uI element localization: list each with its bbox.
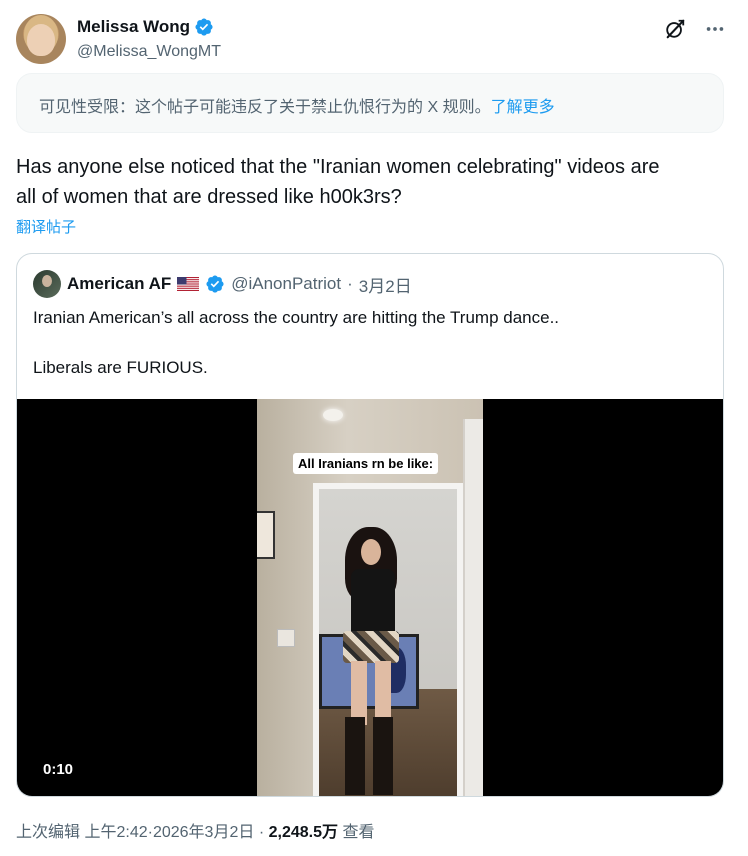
separator-dot: · [347,274,353,293]
quoted-post[interactable]: American AF @iAnonPatriot · 3月2日 Iranian… [16,253,724,797]
quoted-author-name: American AF [67,274,172,293]
author-handle[interactable]: @Melissa_WongMT [77,43,221,61]
quoted-post-date: 3月2日 [358,276,412,296]
translate-post-link[interactable]: 翻译帖子 [16,216,76,237]
video-frame: All Iranians rn be like: [257,399,483,796]
separator-dot: · [258,824,265,841]
wall-art [257,511,275,559]
post-text: Has anyone else noticed that the "Irania… [16,152,728,212]
verified-badge-icon [206,275,224,293]
author-display-name[interactable]: Melissa Wong [77,17,190,37]
post-time[interactable]: 上午2:42 [84,824,147,841]
us-flag-icon [177,277,200,291]
verified-badge-icon [195,18,213,36]
post-header: Melissa Wong @Melissa_WongMT [16,14,732,66]
quoted-post-text: Iranian American’s all across the countr… [33,306,709,406]
quoted-text-line: Liberals are FURIOUS. [33,358,208,377]
views-label: 查看 [342,824,375,841]
light-switch [277,629,295,647]
header-actions [664,18,726,40]
post-meta: 上次编辑 上午2:42·2026年3月2日 · 2,248.5万 查看 [16,818,374,842]
learn-more-link[interactable]: 了解更多 [491,99,555,116]
post-text-line: Has anyone else noticed that the "Irania… [16,156,660,178]
grok-icon[interactable] [664,18,686,40]
ceiling-light [323,409,343,421]
door [463,419,483,796]
post-text-line: all of women that are dressed like h00k3… [16,186,402,208]
views-count: 2,248.5万 [268,824,338,841]
quoted-author-handle: @iAnonPatriot [231,274,342,293]
notice-text: 可见性受限：这个帖子可能违反了关于禁止仇恨行为的 X 规则。 [39,99,491,116]
quoted-author-avatar [33,270,61,298]
quoted-text-line: Iranian American’s all across the countr… [33,308,560,327]
edited-label[interactable]: 上次编辑 [16,824,80,841]
author-avatar[interactable] [16,14,66,64]
author-name-row[interactable]: Melissa Wong [77,17,214,37]
video-duration: 0:10 [43,761,74,778]
visibility-limited-notice: 可见性受限：这个帖子可能违反了关于禁止仇恨行为的 X 规则。了解更多 [16,73,724,133]
quoted-post-header: American AF @iAnonPatriot · 3月2日 [33,270,412,298]
video-player[interactable]: All Iranians rn be like: 0:10 [17,399,723,796]
video-caption: All Iranians rn be like: [293,453,439,474]
more-options-icon[interactable] [704,18,726,40]
post-date[interactable]: 2026年3月2日 [153,824,254,841]
